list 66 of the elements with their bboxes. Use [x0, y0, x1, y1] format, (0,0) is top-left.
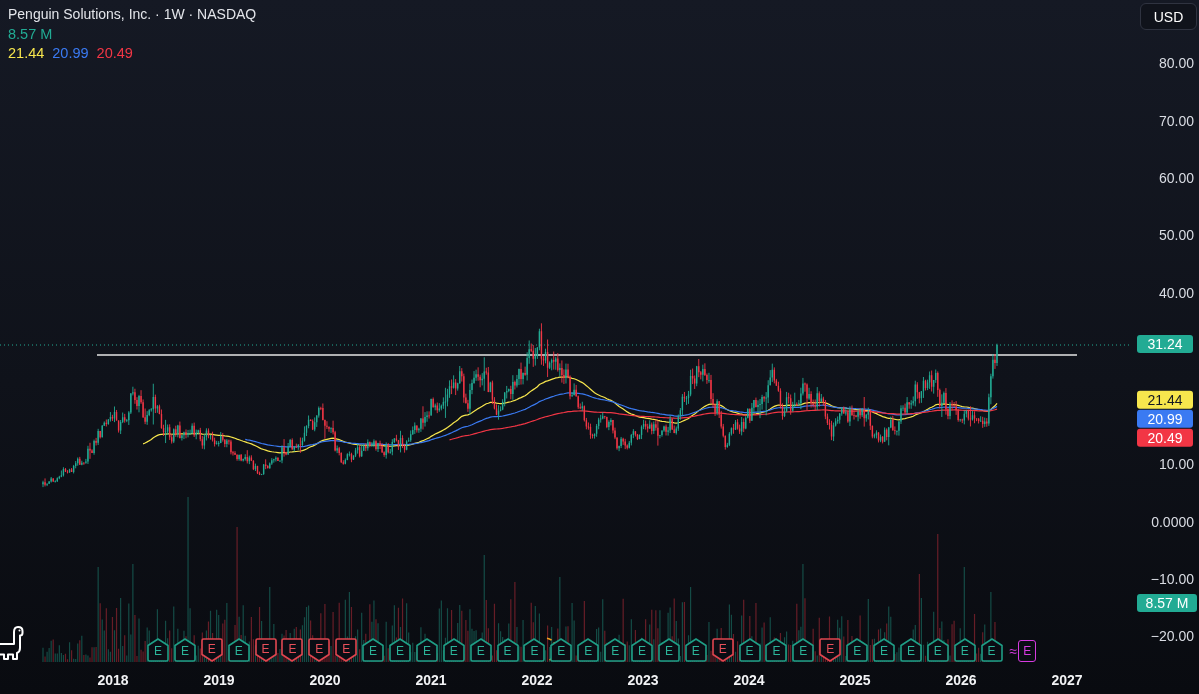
- earnings-marker[interactable]: E: [631, 638, 654, 662]
- time-axis-label: 2021: [414, 671, 448, 688]
- earnings-marker[interactable]: E: [335, 638, 358, 662]
- volume-price-label: 8.57 M: [1137, 593, 1197, 612]
- earnings-marker[interactable]: E: [523, 638, 546, 662]
- time-axis-label: 2019: [202, 671, 236, 688]
- earnings-marker[interactable]: E: [846, 638, 869, 662]
- earnings-marker[interactable]: E: [577, 638, 600, 662]
- time-axis-label: 2018: [96, 671, 130, 688]
- earnings-marker[interactable]: E: [147, 638, 169, 662]
- earnings-marker[interactable]: E: [953, 638, 976, 662]
- price-tick-label: −20.00: [1150, 628, 1194, 645]
- indicator-value: 20.49: [96, 44, 133, 63]
- price-tick-label: 60.00: [1158, 170, 1194, 186]
- price-tick-label: 50.00: [1158, 227, 1194, 244]
- approx-sign: ≈: [1009, 644, 1018, 658]
- time-axis-label: 2024: [732, 671, 766, 688]
- earnings-marker[interactable]: E: [604, 638, 627, 662]
- arc-icon: [546, 637, 555, 662]
- time-axis-label: 2026: [944, 671, 978, 688]
- earnings-marker[interactable]: E: [281, 638, 304, 662]
- price-tick-label: 80.00: [1158, 55, 1194, 72]
- earnings-marker[interactable]: E: [496, 638, 519, 662]
- time-axis-label: 2022: [520, 671, 554, 688]
- price-tick-label: 40.00: [1158, 284, 1194, 301]
- price-tick-label: −10.00: [1150, 571, 1194, 588]
- earnings-marker[interactable]: E: [173, 638, 196, 662]
- price-tick-label: 0.0000: [1151, 513, 1194, 530]
- indicator-price-label: 20.99: [1137, 409, 1193, 428]
- earnings-marker[interactable]: E: [765, 638, 788, 662]
- earnings-marker[interactable]: E: [899, 638, 922, 662]
- earnings-marker[interactable]: E: [550, 638, 573, 662]
- indicator-value: 20.99: [52, 44, 89, 63]
- price-tick-label: 70.00: [1158, 112, 1194, 129]
- earnings-marker[interactable]: E: [792, 638, 815, 662]
- time-axis-label: 2020: [308, 671, 342, 688]
- time-axis-label: 2027: [1050, 671, 1084, 688]
- earnings-marker[interactable]: E: [200, 638, 223, 662]
- earnings-marker[interactable]: E: [308, 638, 331, 662]
- indicator-value: 21.44: [8, 44, 45, 63]
- last-price-label: 31.24: [1137, 335, 1193, 354]
- earnings-marker[interactable]: E: [362, 638, 385, 662]
- earnings-marker[interactable]: E: [873, 638, 896, 662]
- earnings-marker[interactable]: E: [819, 638, 842, 662]
- earnings-marker[interactable]: E: [926, 638, 949, 662]
- earnings-marker[interactable]: E: [254, 638, 277, 662]
- time-axis-label: 2025: [838, 671, 872, 688]
- earnings-marker[interactable]: E: [227, 638, 250, 662]
- earnings-marker[interactable]: E: [442, 638, 465, 662]
- earnings-marker[interactable]: E: [684, 638, 707, 662]
- price-tick-label: 10.00: [1158, 456, 1194, 473]
- earnings-marker[interactable]: E: [738, 638, 761, 662]
- earnings-marker[interactable]: E: [389, 638, 411, 662]
- volume-value: 8.57 M: [8, 24, 53, 44]
- earnings-marker[interactable]: E: [657, 638, 680, 662]
- currency-button[interactable]: USD: [1140, 3, 1197, 31]
- earnings-marker[interactable]: E: [469, 638, 492, 662]
- earnings-marker[interactable]: E: [980, 638, 1003, 662]
- earnings-marker[interactable]: E: [1018, 640, 1037, 662]
- earnings-marker[interactable]: E: [415, 638, 438, 662]
- indicator-price-label: 20.49: [1137, 428, 1193, 447]
- chart-title: Penguin Solutions, Inc. · 1W · NASDAQ: [8, 5, 257, 24]
- dinosaur-icon[interactable]: [0, 626, 24, 660]
- earnings-marker[interactable]: E: [711, 638, 734, 662]
- time-axis-label: 2023: [626, 671, 660, 688]
- indicator-price-label: 21.44: [1137, 390, 1193, 409]
